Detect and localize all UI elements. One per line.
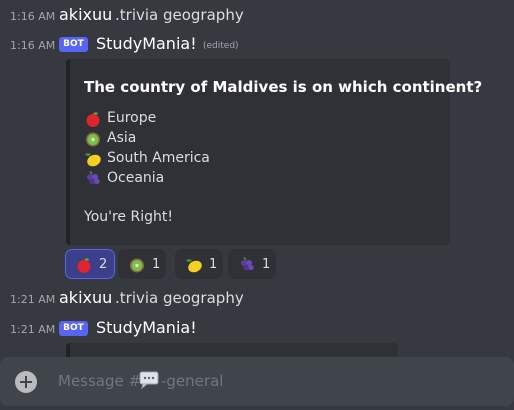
message-input[interactable]: Message # -general (0, 357, 514, 406)
grapes-icon (87, 171, 100, 185)
trivia-embed: The country of Maldives is on which cont… (66, 59, 482, 245)
message-author[interactable]: StudyMania! (96, 318, 197, 337)
upload-plus-icon[interactable] (15, 371, 37, 393)
apple-icon (86, 111, 100, 127)
answer-option: South America (84, 149, 384, 169)
bot-badge: BOT (59, 37, 88, 52)
message-row: 1:21 AM akixuu .trivia geography (0, 287, 514, 311)
option-label: Oceania (107, 170, 165, 186)
edited-marker: (edited) (203, 41, 239, 51)
composer-area: Message # -general (0, 357, 514, 410)
placeholder-suffix: -general (161, 372, 224, 390)
lemon-icon (85, 153, 101, 167)
placeholder-prefix: Message # (58, 372, 142, 390)
answer-option: Oceania (84, 169, 384, 189)
kiwi-icon (130, 258, 144, 273)
reaction-apple[interactable]: 2 (65, 249, 115, 279)
message-author[interactable]: akixuu (59, 5, 112, 24)
option-label: South America (107, 150, 210, 166)
reaction-kiwi[interactable]: 1 (118, 249, 166, 279)
reaction-count: 1 (209, 257, 218, 272)
reaction-count: 2 (99, 257, 108, 272)
message-content: .trivia geography (115, 289, 244, 307)
message-timestamp: 1:16 AM (10, 10, 56, 23)
option-label: Asia (107, 130, 137, 146)
lemon-icon (186, 259, 202, 273)
reaction-grapes[interactable]: 1 (228, 249, 276, 279)
speech-balloon-icon (139, 371, 159, 389)
message-timestamp: 1:21 AM (10, 323, 56, 336)
reaction-count: 1 (262, 257, 271, 272)
message-author[interactable]: akixuu (59, 288, 112, 307)
answer-option: Asia (84, 129, 384, 149)
message-row: 1:21 AM BOT StudyMania! (0, 317, 514, 341)
apple-icon (77, 257, 91, 273)
option-label: Europe (107, 110, 157, 126)
grapes-icon (241, 257, 254, 271)
reaction-lemon[interactable]: 1 (175, 249, 223, 279)
result-text: You're Right! (84, 209, 173, 225)
bot-badge: BOT (59, 321, 88, 336)
embed-title: The country of Maldives is on which cont… (84, 78, 483, 96)
message-author[interactable]: StudyMania! (96, 34, 197, 53)
kiwi-icon (86, 132, 100, 147)
reaction-count: 1 (152, 257, 161, 272)
reaction-bar: 2 1 1 1 (65, 249, 365, 279)
message-row: 1:16 AM BOT StudyMania! (edited) (0, 33, 514, 57)
message-content: .trivia geography (115, 6, 244, 24)
message-row: 1:16 AM akixuu .trivia geography (0, 4, 514, 28)
message-timestamp: 1:21 AM (10, 293, 56, 306)
message-timestamp: 1:16 AM (10, 39, 56, 52)
answer-option: Europe (84, 109, 384, 129)
